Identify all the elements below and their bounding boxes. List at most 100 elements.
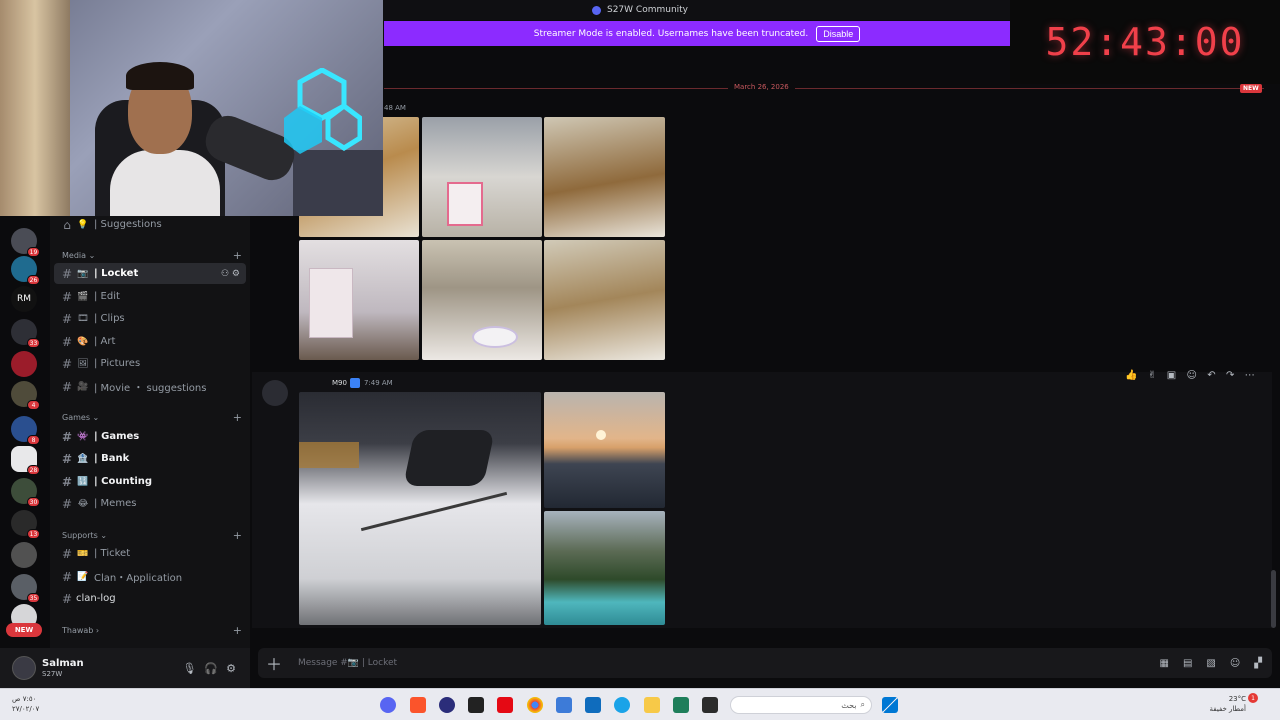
channel-edit[interactable]: # 🎬 | Edit (54, 286, 246, 307)
server-icon[interactable]: 33 (11, 319, 40, 348)
category-supports[interactable]: Supports ⌄ + (62, 528, 242, 542)
reaction-icon[interactable]: ✌ (1148, 370, 1156, 381)
taskbar-weather[interactable]: 23°C أمطار خفيفة (1210, 694, 1246, 714)
thumbs-up-reaction-icon[interactable]: 👍 (1125, 370, 1137, 381)
server-icon[interactable]: 4 (11, 381, 40, 410)
disable-streamer-mode-button[interactable]: Disable (816, 25, 861, 42)
attachment-image[interactable] (544, 511, 665, 625)
discord-logo-icon (591, 5, 601, 15)
user-avatar[interactable] (262, 380, 288, 406)
netflix-taskbar-icon[interactable] (497, 697, 513, 713)
add-channel-icon[interactable]: + (233, 624, 242, 637)
server-icon-rm[interactable]: RM (11, 286, 37, 312)
category-thawab[interactable]: Thawab › + (62, 623, 242, 637)
add-channel-icon[interactable]: + (233, 249, 242, 262)
channel-ticket[interactable]: # 🎫 | Ticket (54, 543, 246, 564)
windows-start-icon[interactable] (882, 697, 898, 713)
server-icon[interactable]: 8 (11, 416, 40, 445)
file-explorer-taskbar-icon[interactable] (644, 697, 660, 713)
server-icon[interactable]: 26 (11, 256, 40, 285)
app-taskbar-icon[interactable] (439, 697, 455, 713)
invite-settings-icons[interactable]: ⚇ ⚙ (221, 269, 240, 279)
chat-scrollbar[interactable] (1271, 570, 1276, 628)
search-icon: ⌕ (860, 700, 865, 709)
taskbar-clock[interactable]: ٧:٥٠ ص ٢٧/٠٢/٠٧ (12, 694, 39, 714)
window-title: S27W Community (606, 5, 688, 15)
server-icon[interactable] (11, 351, 37, 377)
settings-gear-icon[interactable]: ⚙ (226, 662, 236, 675)
stripe-detail (360, 491, 508, 532)
user-info[interactable]: Salman S27W (42, 658, 84, 678)
custom-emoji-reaction-icon[interactable]: ▣ (1167, 370, 1176, 381)
hash-icon: # (61, 266, 73, 281)
channel-counting[interactable]: # 🔢 | Counting (54, 471, 246, 492)
server-icon[interactable] (11, 542, 37, 568)
new-messages-tag[interactable]: NEW (1240, 84, 1262, 93)
app-taskbar-icon[interactable] (468, 697, 484, 713)
server-icon[interactable]: 35 (11, 574, 40, 603)
streamer-mode-banner: Streamer Mode is enabled. Usernames have… (384, 21, 1010, 46)
gift-icon[interactable]: ▦ (1160, 658, 1169, 669)
add-channel-icon[interactable]: + (233, 411, 242, 424)
forum-icon: ⌂ (63, 217, 71, 232)
notification-badge[interactable]: 1 (1248, 693, 1258, 703)
server-icon[interactable]: 19 (11, 228, 40, 257)
app-taskbar-icon[interactable] (585, 697, 601, 713)
sticker-icon[interactable]: ▧ (1206, 658, 1215, 669)
streamer-hair-detail (126, 62, 194, 90)
channel-suggestions[interactable]: ⌂ 💡 | Suggestions (54, 214, 246, 235)
channel-locket[interactable]: # 📷 | Locket ⚇ ⚙ (54, 263, 246, 284)
channel-memes[interactable]: # 😂 | Memes (54, 493, 246, 514)
channel-clips[interactable]: # 🎞 | Clips (54, 308, 246, 329)
server-icon[interactable]: 30 (11, 478, 40, 507)
channel-pictures[interactable]: # 🖼 | Pictures (54, 353, 246, 374)
app-taskbar-icon[interactable] (673, 697, 689, 713)
server-icon[interactable]: 13 (11, 510, 40, 539)
attachment-image[interactable] (544, 117, 665, 237)
emoji-icon[interactable]: ☺ (1230, 658, 1240, 669)
channel-movie-suggestions[interactable]: # 🎥 | Movie ・ suggestions (54, 376, 246, 397)
attachment-image[interactable] (422, 117, 542, 237)
channel-games[interactable]: # 👾 | Games (54, 426, 246, 447)
hash-icon: # (61, 496, 73, 511)
user-avatar[interactable] (12, 656, 36, 680)
hash-icon: # (61, 429, 73, 444)
chrome-taskbar-icon[interactable] (527, 697, 543, 713)
microphone-icon[interactable]: 🎙 (182, 662, 196, 675)
message-input[interactable]: Message #📷 | Locket (298, 658, 397, 668)
category-media[interactable]: Media ⌄ + (62, 248, 242, 262)
terminal-lights-detail (299, 442, 359, 468)
headphones-icon[interactable]: 🎧 (204, 662, 218, 675)
apps-icon[interactable]: ▞ (1254, 658, 1262, 669)
add-channel-icon[interactable]: + (233, 529, 242, 542)
message-timestamp: 7:49 AM (363, 379, 393, 387)
message-composer[interactable]: ＋ Message #📷 | Locket ▦ ▤ ▧ ☺ ▞ (258, 648, 1272, 678)
channel-bank[interactable]: # 🏦 | Bank (54, 448, 246, 469)
new-servers-pill[interactable]: NEW (6, 623, 42, 637)
channel-clan-application[interactable]: # 📝 Clan・Application (54, 566, 246, 587)
streamer-body-detail (110, 150, 220, 216)
app-taskbar-icon[interactable] (702, 697, 718, 713)
add-attachment-icon[interactable]: ＋ (258, 651, 290, 675)
reply-icon[interactable]: ↶ (1207, 370, 1215, 381)
forward-icon[interactable]: ↷ (1226, 370, 1234, 381)
edge-taskbar-icon[interactable] (614, 697, 630, 713)
add-reaction-icon[interactable]: ☺ (1187, 370, 1197, 381)
attachment-image[interactable] (422, 240, 542, 360)
more-options-icon[interactable]: ⋯ (1245, 370, 1255, 381)
attachment-image[interactable] (544, 240, 665, 360)
channel-clan-log[interactable]: # clan-log (54, 588, 246, 609)
channel-art[interactable]: # 🎨 | Art (54, 331, 246, 352)
discord-taskbar-icon[interactable] (380, 697, 396, 713)
attachment-image[interactable] (544, 392, 665, 508)
attachment-image[interactable] (299, 392, 541, 625)
attachment-image[interactable] (299, 240, 419, 360)
brave-taskbar-icon[interactable] (410, 697, 426, 713)
gif-icon[interactable]: ▤ (1183, 658, 1192, 669)
taskbar-search[interactable]: بحث ⌕ (730, 696, 872, 714)
app-taskbar-icon[interactable] (556, 697, 572, 713)
server-icon-active[interactable]: 28 (11, 446, 40, 475)
category-games[interactable]: Games ⌄ + (62, 410, 242, 424)
hash-icon: # (61, 334, 73, 349)
room-background-detail (293, 150, 383, 216)
